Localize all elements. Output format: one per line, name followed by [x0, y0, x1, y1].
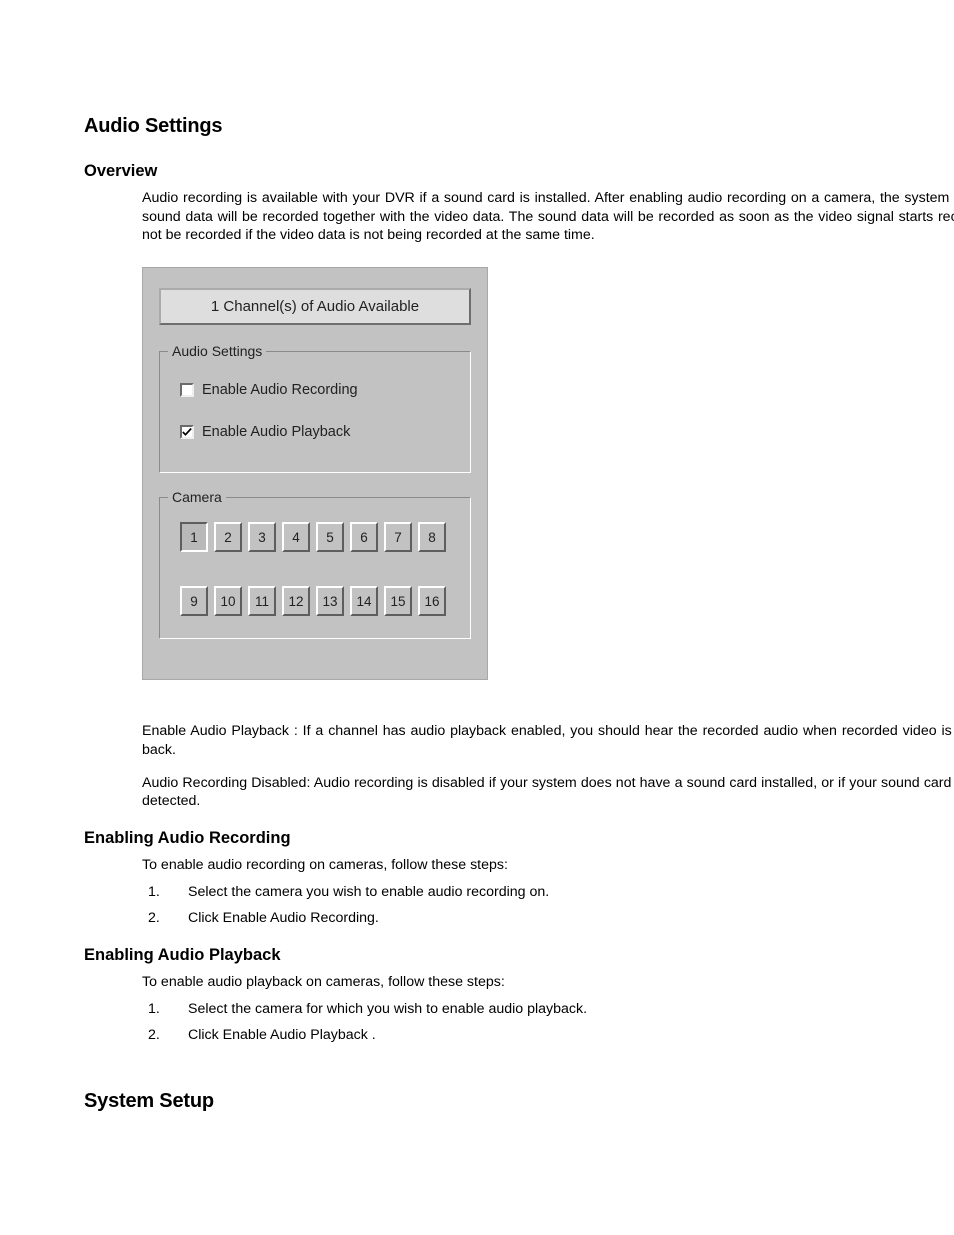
camera-button-3[interactable]: 3 [248, 522, 276, 552]
audio-settings-dialog: 1 Channel(s) of Audio Available Audio Se… [142, 267, 488, 680]
heading-enabling-playback: Enabling Audio Playback [84, 946, 954, 965]
playback-note: Enable Audio Playback : If a channel has… [142, 722, 954, 759]
playback-steps-list: 1.Select the camera for which you wish t… [124, 1000, 954, 1045]
recording-intro: To enable audio recording on cameras, fo… [142, 856, 954, 875]
list-item: 2.Click Enable Audio Playback . [166, 1026, 954, 1044]
camera-group: Camera 12345678910111213141516 [159, 497, 471, 639]
camera-button-15[interactable]: 15 [384, 586, 412, 616]
audio-settings-group: Audio Settings Enable Audio Recording En… [159, 351, 471, 473]
list-item: 1.Select the camera you wish to enable a… [166, 883, 954, 901]
camera-button-14[interactable]: 14 [350, 586, 378, 616]
enable-audio-playback-checkbox[interactable] [180, 425, 194, 439]
enable-audio-playback-row[interactable]: Enable Audio Playback [176, 418, 454, 446]
heading-overview: Overview [84, 162, 954, 181]
camera-button-10[interactable]: 10 [214, 586, 242, 616]
camera-button-4[interactable]: 4 [282, 522, 310, 552]
camera-button-9[interactable]: 9 [180, 586, 208, 616]
disabled-note: Audio Recording Disabled: Audio recordin… [142, 774, 954, 811]
heading-enabling-recording: Enabling Audio Recording [84, 829, 954, 848]
audio-channels-banner: 1 Channel(s) of Audio Available [159, 288, 471, 325]
camera-button-16[interactable]: 16 [418, 586, 446, 616]
camera-button-grid: 12345678910111213141516 [176, 522, 454, 616]
camera-button-6[interactable]: 6 [350, 522, 378, 552]
enable-audio-recording-label: Enable Audio Recording [202, 382, 358, 398]
list-item: 1.Select the camera for which you wish t… [166, 1000, 954, 1018]
enable-audio-playback-label: Enable Audio Playback [202, 424, 350, 440]
camera-button-5[interactable]: 5 [316, 522, 344, 552]
audio-settings-legend: Audio Settings [168, 343, 266, 359]
heading-system-setup: System Setup [84, 1090, 954, 1113]
playback-intro: To enable audio playback on cameras, fol… [142, 973, 954, 992]
enable-audio-recording-checkbox[interactable] [180, 383, 194, 397]
overview-paragraph: Audio recording is available with your D… [142, 189, 954, 245]
camera-button-12[interactable]: 12 [282, 586, 310, 616]
recording-steps-list: 1.Select the camera you wish to enable a… [124, 883, 954, 928]
camera-legend: Camera [168, 489, 226, 505]
list-item: 2.Click Enable Audio Recording. [166, 909, 954, 927]
camera-button-2[interactable]: 2 [214, 522, 242, 552]
heading-audio-settings: Audio Settings [84, 115, 954, 138]
camera-button-13[interactable]: 13 [316, 586, 344, 616]
camera-button-1[interactable]: 1 [180, 522, 208, 552]
camera-button-7[interactable]: 7 [384, 522, 412, 552]
enable-audio-recording-row[interactable]: Enable Audio Recording [176, 376, 454, 404]
camera-button-11[interactable]: 11 [248, 586, 276, 616]
camera-button-8[interactable]: 8 [418, 522, 446, 552]
